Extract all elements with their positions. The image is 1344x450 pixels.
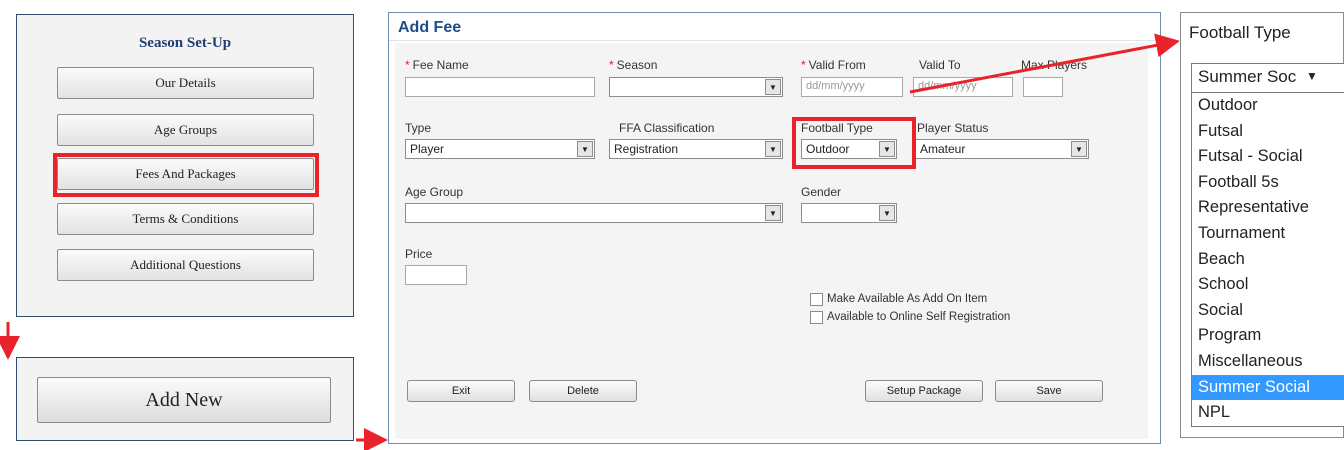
arrow-to-dropdown [909,33,1180,94]
annotation-arrows [0,33,1180,450]
